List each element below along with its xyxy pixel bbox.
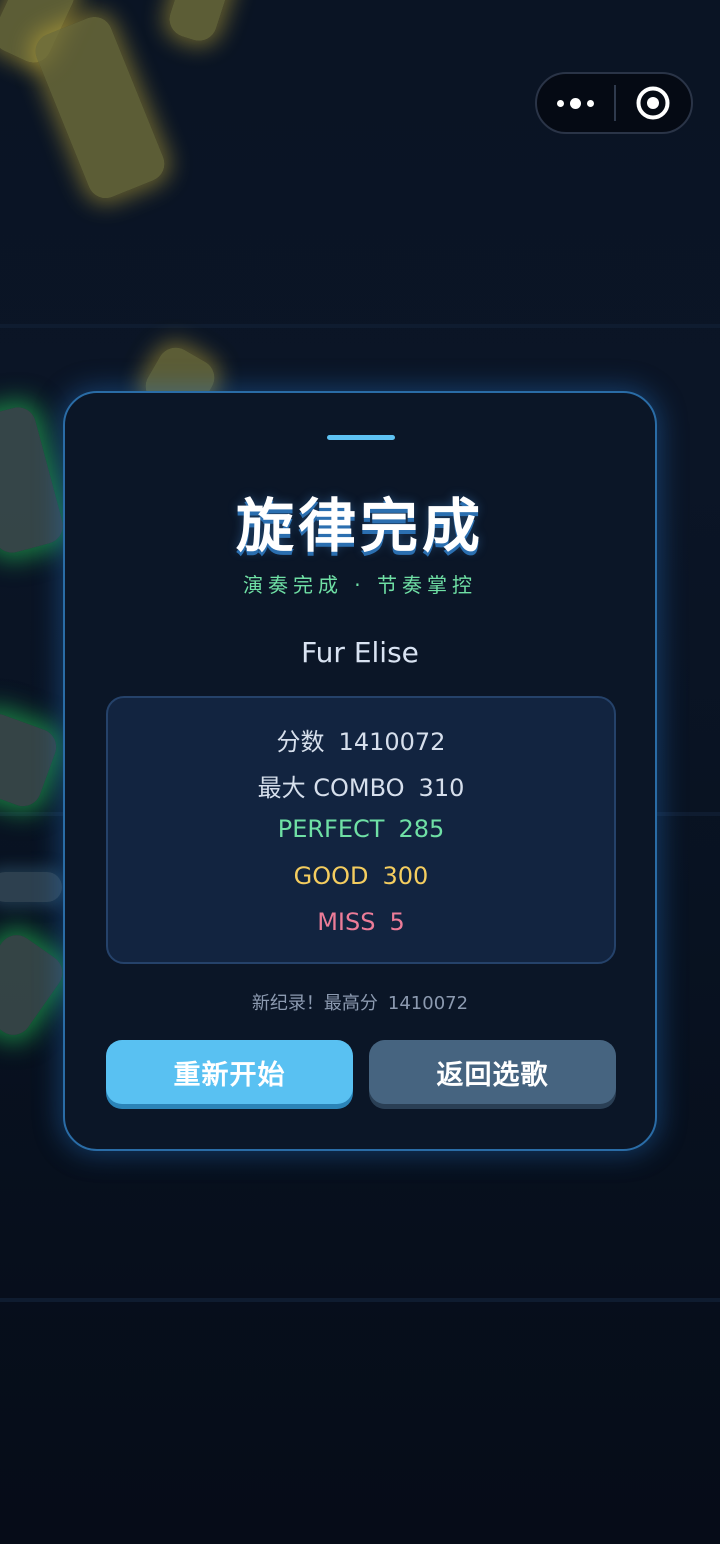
miss-value: 5 [389, 908, 405, 936]
result-title: 旋律完成 [235, 492, 484, 560]
close-button[interactable] [616, 74, 691, 132]
game-stage: 旋律完成 演奏完成 · 节奏掌控 Fur Elise 分数 1410072 最大 … [0, 0, 720, 1544]
perfect-value: 285 [398, 815, 445, 843]
combo-label: 最大 COMBO [257, 774, 405, 802]
record-value: 1410072 [387, 993, 469, 1014]
note-tile [0, 708, 62, 812]
note-tile [0, 872, 62, 902]
more-dots-icon [557, 99, 564, 107]
good-label: GOOD [293, 862, 369, 890]
miss-label: MISS [317, 908, 376, 936]
song-name: Fur Elise [301, 636, 419, 669]
combo-row: 最大 COMBO 310 [108, 768, 614, 803]
combo-value: 310 [418, 774, 465, 802]
capsule-menu [535, 72, 693, 134]
more-button[interactable] [537, 74, 614, 132]
miss-row: MISS 5 [108, 908, 614, 936]
score-value: 1410072 [338, 728, 446, 756]
lane-divider [0, 1298, 720, 1302]
result-card: 旋律完成 演奏完成 · 节奏掌控 Fur Elise 分数 1410072 最大 … [63, 391, 657, 1151]
result-subtitle: 演奏完成 · 节奏掌控 [242, 573, 478, 597]
perfect-label: PERFECT [277, 815, 385, 843]
restart-button[interactable]: 重新开始 [106, 1040, 353, 1104]
good-row: GOOD 300 [108, 862, 614, 890]
card-accent-bar [327, 435, 395, 440]
score-label: 分数 [276, 728, 325, 756]
record-label: 新纪录！最高分 [251, 993, 378, 1014]
note-tile [0, 928, 70, 1042]
new-record-text: 新纪录！最高分 1410072 [65, 989, 655, 1015]
target-circle-icon [636, 86, 670, 120]
lane-divider [0, 324, 720, 328]
back-to-song-select-button[interactable]: 返回选歌 [369, 1040, 616, 1104]
good-value: 300 [382, 862, 429, 890]
more-dots-icon [570, 97, 581, 109]
note-tile [30, 11, 170, 204]
note-tile [0, 403, 67, 557]
note-tile [164, 0, 236, 46]
more-dots-icon [587, 99, 594, 107]
stats-panel: 分数 1410072 最大 COMBO 310 PERFECT 285 GOOD 300… [106, 696, 616, 964]
perfect-row: PERFECT 285 [108, 815, 614, 843]
score-row: 分数 1410072 [108, 722, 614, 757]
